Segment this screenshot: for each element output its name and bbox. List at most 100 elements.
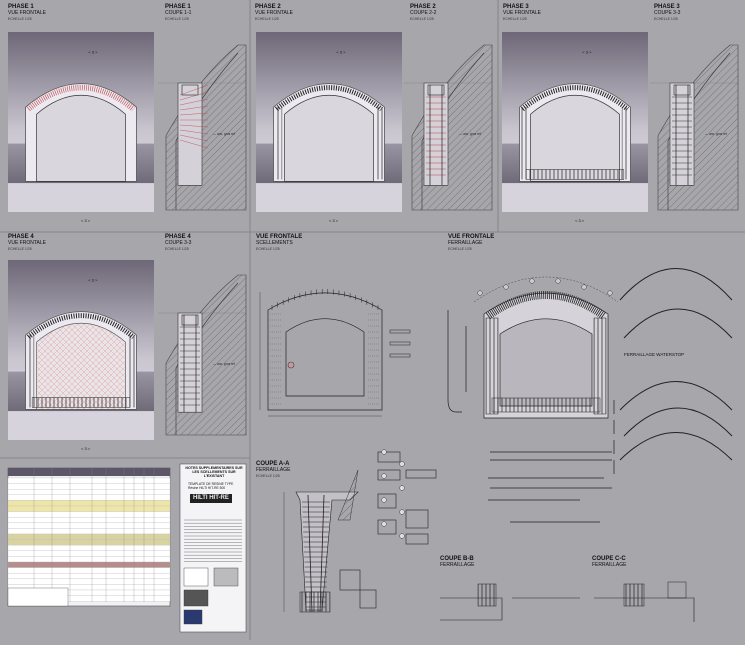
bar-shape-detail bbox=[405, 533, 429, 545]
hilti-product: Résine HILTI HIT-RE 500 bbox=[188, 486, 226, 490]
anchor-detail bbox=[389, 341, 411, 346]
bar-shape-detail bbox=[359, 589, 377, 609]
section-mark-bottom: < 3 > bbox=[575, 218, 585, 223]
front-scellements-view: SCELLEMENTS bbox=[256, 240, 293, 246]
bar-mark bbox=[399, 461, 405, 467]
hilti-header: NOTES SUPPLEMENTAIRES SUR LES SCELLEMENT… bbox=[185, 466, 243, 479]
coupe-bb-section bbox=[477, 583, 497, 607]
drawing-sheet: < 3 > < 3 > < 3 > < 3 > < 3 > < 3 > < 3 > < 3 >… bbox=[0, 0, 745, 640]
rebar-sill bbox=[525, 169, 625, 180]
schedule-row bbox=[7, 561, 171, 568]
rebar-left-pier bbox=[521, 107, 529, 180]
phase4-elevation: < 3 > < 3 > bbox=[8, 260, 154, 451]
bar-mark bbox=[381, 521, 387, 527]
phase1-view: VUE FRONTALE bbox=[8, 10, 46, 16]
schedule-row bbox=[7, 556, 171, 563]
section-mark-bottom: < 3 > bbox=[81, 446, 91, 451]
rebar-sill bbox=[31, 397, 131, 408]
arch-opening bbox=[530, 95, 620, 182]
bar-shape-detail bbox=[405, 469, 437, 479]
section-note: — anc. gros ref bbox=[213, 132, 235, 136]
arch-opening bbox=[284, 95, 374, 182]
schedule-row bbox=[7, 505, 171, 512]
schedule-row bbox=[7, 528, 171, 535]
ground-band bbox=[502, 183, 648, 212]
rebar-right-pier bbox=[127, 335, 135, 408]
coupe-bb-cc bbox=[440, 581, 695, 622]
phase2-cut-scale: ECHELLE 1/25 bbox=[410, 17, 434, 21]
ground-band bbox=[8, 183, 154, 212]
waterstop-arc bbox=[619, 268, 733, 301]
sill-rebars bbox=[491, 397, 601, 413]
phase4-section: — anc. gros ref bbox=[158, 274, 247, 436]
bar-mark bbox=[399, 533, 405, 539]
hilti-figure bbox=[183, 609, 203, 625]
hilti-figure bbox=[183, 567, 209, 587]
schedule-row bbox=[7, 511, 171, 518]
callout-bubble bbox=[287, 361, 295, 369]
coupe-aa-drawing bbox=[283, 469, 359, 613]
bar-shape-detail bbox=[377, 519, 397, 535]
schedule-row bbox=[7, 545, 171, 551]
scellement-outer bbox=[267, 292, 383, 411]
section-body bbox=[177, 312, 203, 413]
phase2-elevation: < 3 > < 3 > bbox=[256, 32, 402, 223]
section-mark: < 3 > bbox=[582, 50, 592, 55]
anchor-detail bbox=[389, 353, 411, 358]
coupe-aa-footing bbox=[299, 591, 331, 613]
bar-shapes bbox=[339, 449, 612, 609]
phase4-view: VUE FRONTALE bbox=[8, 240, 46, 246]
schedule-row bbox=[7, 573, 171, 579]
schedule-row bbox=[7, 494, 171, 501]
schedule-row bbox=[7, 500, 171, 507]
section-body bbox=[669, 82, 695, 186]
phase3-view: VUE FRONTALE bbox=[503, 10, 541, 16]
rebar-callout bbox=[581, 284, 587, 290]
waterstop-arc bbox=[619, 432, 733, 461]
rebar-callout bbox=[529, 278, 535, 284]
coupe-aa-scale: ECHELLE 1/25 bbox=[256, 474, 280, 478]
schedule-row bbox=[7, 483, 171, 490]
phase3-section: — anc. gros ref bbox=[650, 44, 739, 211]
scellement-inner bbox=[285, 318, 365, 397]
schedule-row bbox=[7, 517, 171, 523]
drawing-canvas: < 3 >< 3 >< 3 >< 3 >< 3 >< 3 >< 3 >< 3 >… bbox=[0, 0, 745, 640]
phase1-elevation: < 3 > < 3 > bbox=[8, 32, 154, 223]
schedule-row bbox=[7, 477, 171, 484]
section-mark: < 3 > bbox=[88, 278, 98, 283]
schedule-row bbox=[7, 550, 171, 557]
rebar-right-pier bbox=[375, 107, 383, 180]
coupe-bb-view: FERRAILLAGE bbox=[440, 562, 475, 568]
front-scellements-drawing bbox=[259, 289, 467, 417]
phase4-scale: ECHELLE 1/25 bbox=[8, 247, 32, 251]
phase3-cut-view: COUPE 3-3 bbox=[654, 10, 681, 16]
front-ferraillage-drawing bbox=[473, 276, 619, 419]
waterstop-arc bbox=[623, 407, 733, 437]
section-note: — anc. gros ref bbox=[213, 362, 235, 366]
rebar-left-pier bbox=[27, 335, 35, 408]
bar-mark bbox=[381, 449, 387, 455]
rebar-callout bbox=[555, 278, 561, 284]
schedule-row bbox=[7, 522, 171, 529]
phase2-scale: ECHELLE 1/25 bbox=[255, 17, 279, 21]
schedule-row bbox=[7, 578, 171, 585]
ground-band bbox=[256, 183, 402, 212]
rebar-left-pier bbox=[275, 107, 283, 180]
schedule-row bbox=[7, 567, 171, 574]
hilti-figure bbox=[213, 567, 239, 587]
coupe-aa-view: FERRAILLAGE bbox=[256, 467, 291, 473]
waterstop-drawing bbox=[613, 268, 733, 474]
bar-shape-detail bbox=[377, 451, 401, 463]
section-mark: < 3 > bbox=[336, 50, 346, 55]
schedule-row bbox=[7, 533, 171, 540]
waterstop-title: FERRAILLAGE WATERSTOP bbox=[624, 352, 685, 357]
coupe-cc-detail bbox=[667, 581, 687, 599]
phase2-section: — anc. gros ref bbox=[404, 44, 493, 211]
schedule-row bbox=[7, 539, 171, 546]
front-ferraillage-scale: ECHELLE 1/25 bbox=[448, 247, 472, 251]
rebar-callout bbox=[503, 284, 509, 290]
coupe-cc-section bbox=[623, 583, 645, 607]
section-mark-bottom: < 3 > bbox=[329, 218, 339, 223]
bar-shape-detail bbox=[339, 569, 361, 591]
bar-mark bbox=[381, 497, 387, 503]
